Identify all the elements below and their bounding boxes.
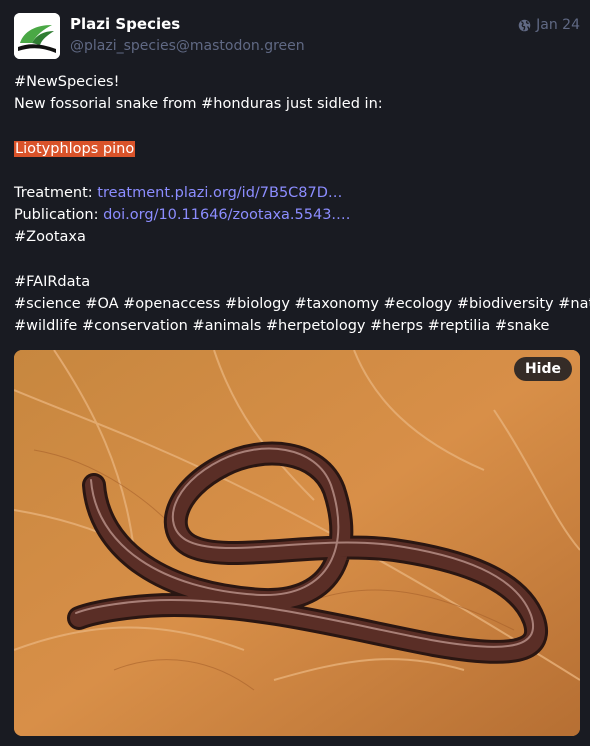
hashtags-line-2[interactable]: #wildlife #conservation #animals #herpet… <box>14 315 580 337</box>
intro-line: New fossorial snake from #honduras just … <box>14 93 580 115</box>
treatment-line: Treatment: treatment.plazi.org/id/7B5C87… <box>14 182 580 204</box>
intro-text-prefix: New fossorial snake from <box>14 96 202 113</box>
display-name[interactable]: Plazi Species <box>70 15 180 33</box>
hashtag-zootaxa[interactable]: #Zootaxa <box>14 226 580 248</box>
globe-icon <box>518 19 531 31</box>
snake-photo <box>14 350 580 736</box>
hashtag-fairdata[interactable]: #FAIRdata <box>14 271 580 293</box>
hide-media-button[interactable]: Hide <box>513 357 572 381</box>
species-name-highlight: Liotyphlops pino <box>14 140 136 157</box>
status-post: Plazi Species @plazi_species@mastodon.gr… <box>0 0 590 746</box>
hashtags-line-1[interactable]: #science #OA #openaccess #biology #taxon… <box>14 293 590 315</box>
post-date[interactable]: Jan 24 <box>536 17 580 33</box>
treatment-link[interactable]: treatment.plazi.org/id/7B5C87D… <box>97 185 342 201</box>
post-content: #NewSpecies! New fossorial snake from #h… <box>14 71 590 338</box>
post-meta: Jan 24 <box>518 17 580 33</box>
publication-line: Publication: doi.org/10.11646/zootaxa.55… <box>14 204 580 226</box>
intro-text-suffix: just sidled in: <box>281 96 383 113</box>
avatar[interactable] <box>14 13 60 59</box>
treatment-label: Treatment: <box>14 184 98 201</box>
account-handle[interactable]: @plazi_species@mastodon.green <box>70 38 305 54</box>
publication-label: Publication: <box>14 207 104 224</box>
media-attachment[interactable]: Hide <box>14 350 580 736</box>
publication-link[interactable]: doi.org/10.11646/zootaxa.5543.… <box>103 207 350 223</box>
hashtag-newspecies[interactable]: #NewSpecies! <box>14 71 580 93</box>
plazi-logo-icon <box>14 13 60 59</box>
hashtag-honduras[interactable]: #honduras <box>201 96 281 112</box>
